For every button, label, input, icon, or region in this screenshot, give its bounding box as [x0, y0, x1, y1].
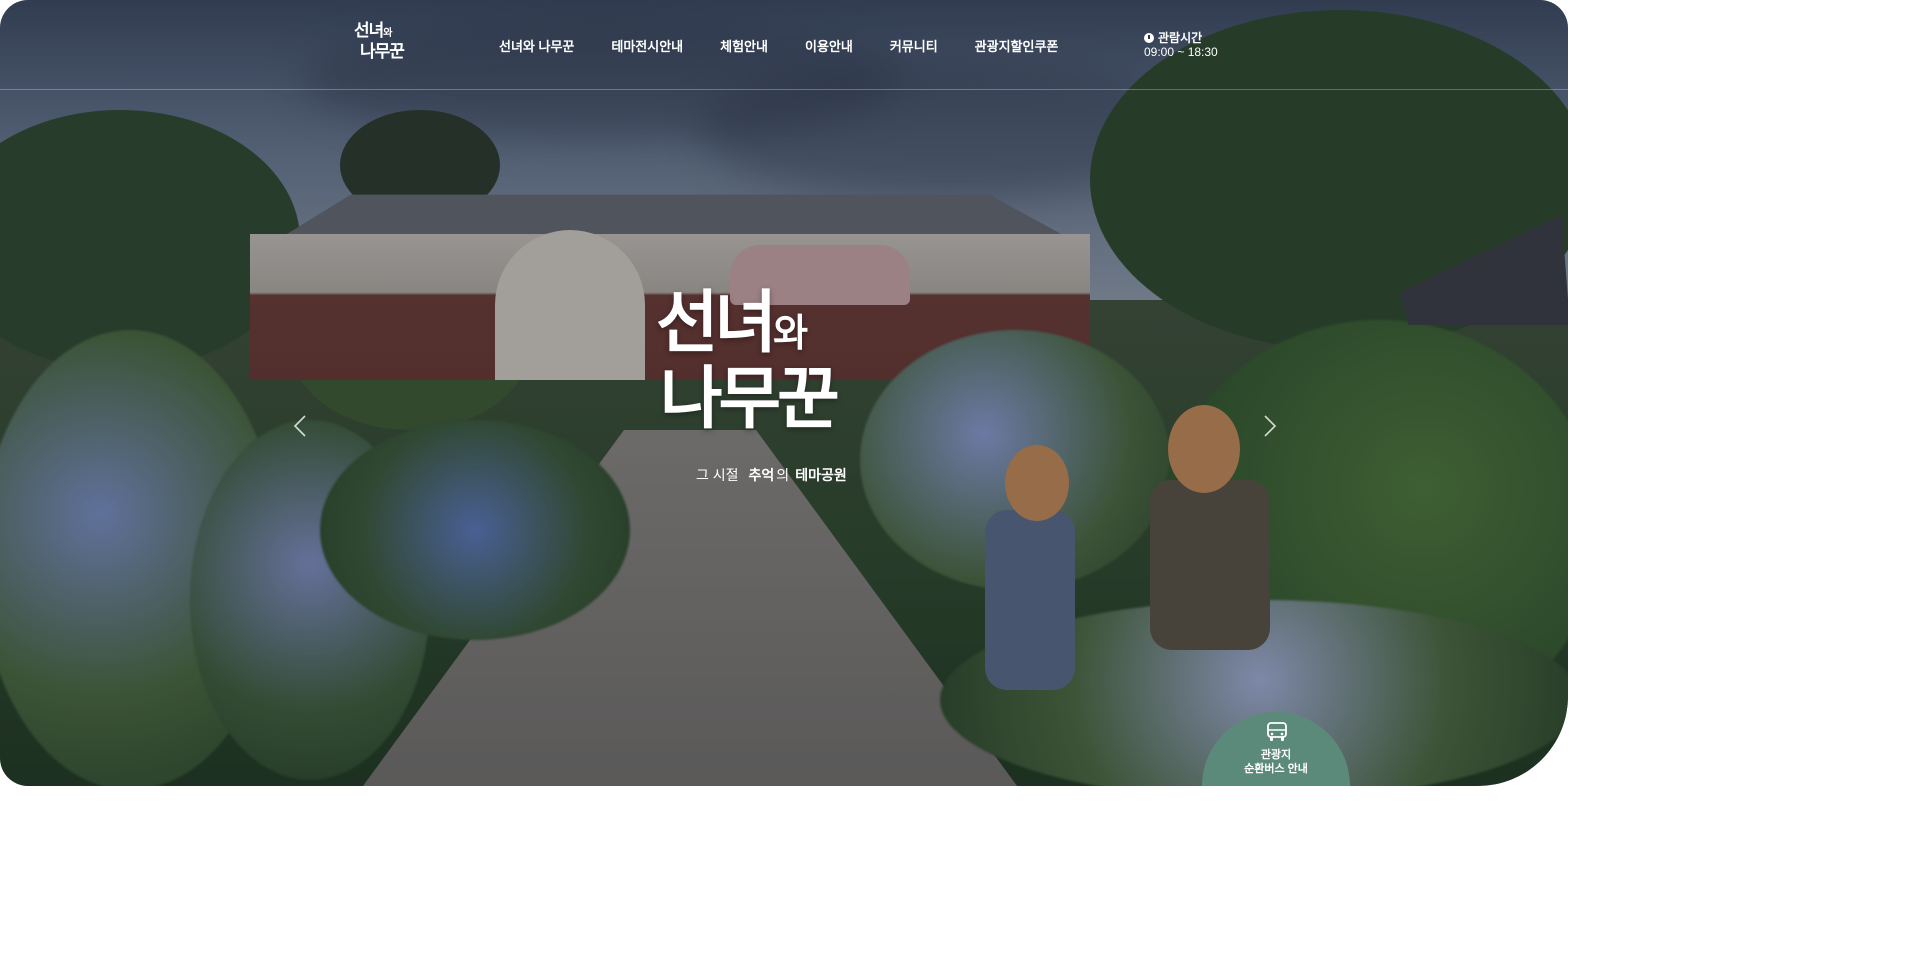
hero-banner: 선녀와 나무꾼 선녀와 나무꾼 테마전시안내 체험안내 이용안내 커뮤니티 관광… — [0, 0, 1568, 786]
logo-line-2: 나무꾼 — [360, 42, 405, 62]
slider-next-button[interactable] — [1263, 414, 1277, 438]
nav-item-community[interactable]: 커뮤니티 — [890, 36, 938, 55]
nav-item-experience[interactable]: 체험안내 — [720, 36, 768, 55]
tagline-suffix: 의 — [776, 467, 790, 483]
chevron-right-icon — [1264, 415, 1277, 437]
shuttle-bus-label: 관광지 순환버스 안내 — [1202, 748, 1350, 776]
nav-item-coupon[interactable]: 관광지할인쿠폰 — [975, 36, 1059, 55]
hero-title-line-2: 나무꾼 — [660, 359, 840, 439]
clock-icon — [1144, 33, 1154, 43]
hero-title: 선녀와 나무꾼 — [650, 283, 890, 439]
opening-hours-label: 관람시간 — [1158, 31, 1203, 45]
opening-hours: 관람시간 09:00 ~ 18:30 — [1144, 31, 1218, 59]
hero-title-block: 선녀와 나무꾼 — [650, 283, 890, 490]
tagline-end: 테마공원 — [795, 467, 847, 483]
shuttle-bus-label-line-1: 관광지 — [1260, 749, 1292, 761]
slider-prev-button[interactable] — [293, 414, 307, 438]
site-logo[interactable]: 선녀와 나무꾼 — [354, 22, 422, 66]
opening-hours-value: 09:00 ~ 18:30 — [1144, 45, 1218, 59]
chevron-left-icon — [293, 415, 306, 437]
site-header: 선녀와 나무꾼 선녀와 나무꾼 테마전시안내 체험안내 이용안내 커뮤니티 관광… — [0, 0, 1568, 90]
main-nav: 선녀와 나무꾼 테마전시안내 체험안내 이용안내 커뮤니티 관광지할인쿠폰 — [499, 36, 1095, 55]
nav-item-usage[interactable]: 이용안내 — [805, 36, 853, 55]
logo-line-1: 선녀와 — [354, 21, 393, 41]
shuttle-bus-label-line-2: 순환버스 안내 — [1244, 763, 1308, 775]
hero-tagline: 그 시절 추억 의 테마공원 — [696, 458, 847, 496]
nav-item-about[interactable]: 선녀와 나무꾼 — [499, 36, 574, 55]
hero-title-line-1: 선녀와 — [656, 283, 808, 363]
tagline-highlight: 추억 — [744, 458, 783, 496]
nav-item-exhibition[interactable]: 테마전시안내 — [611, 36, 683, 55]
bus-icon — [1267, 722, 1287, 741]
tagline-prefix: 그 시절 — [696, 467, 739, 483]
